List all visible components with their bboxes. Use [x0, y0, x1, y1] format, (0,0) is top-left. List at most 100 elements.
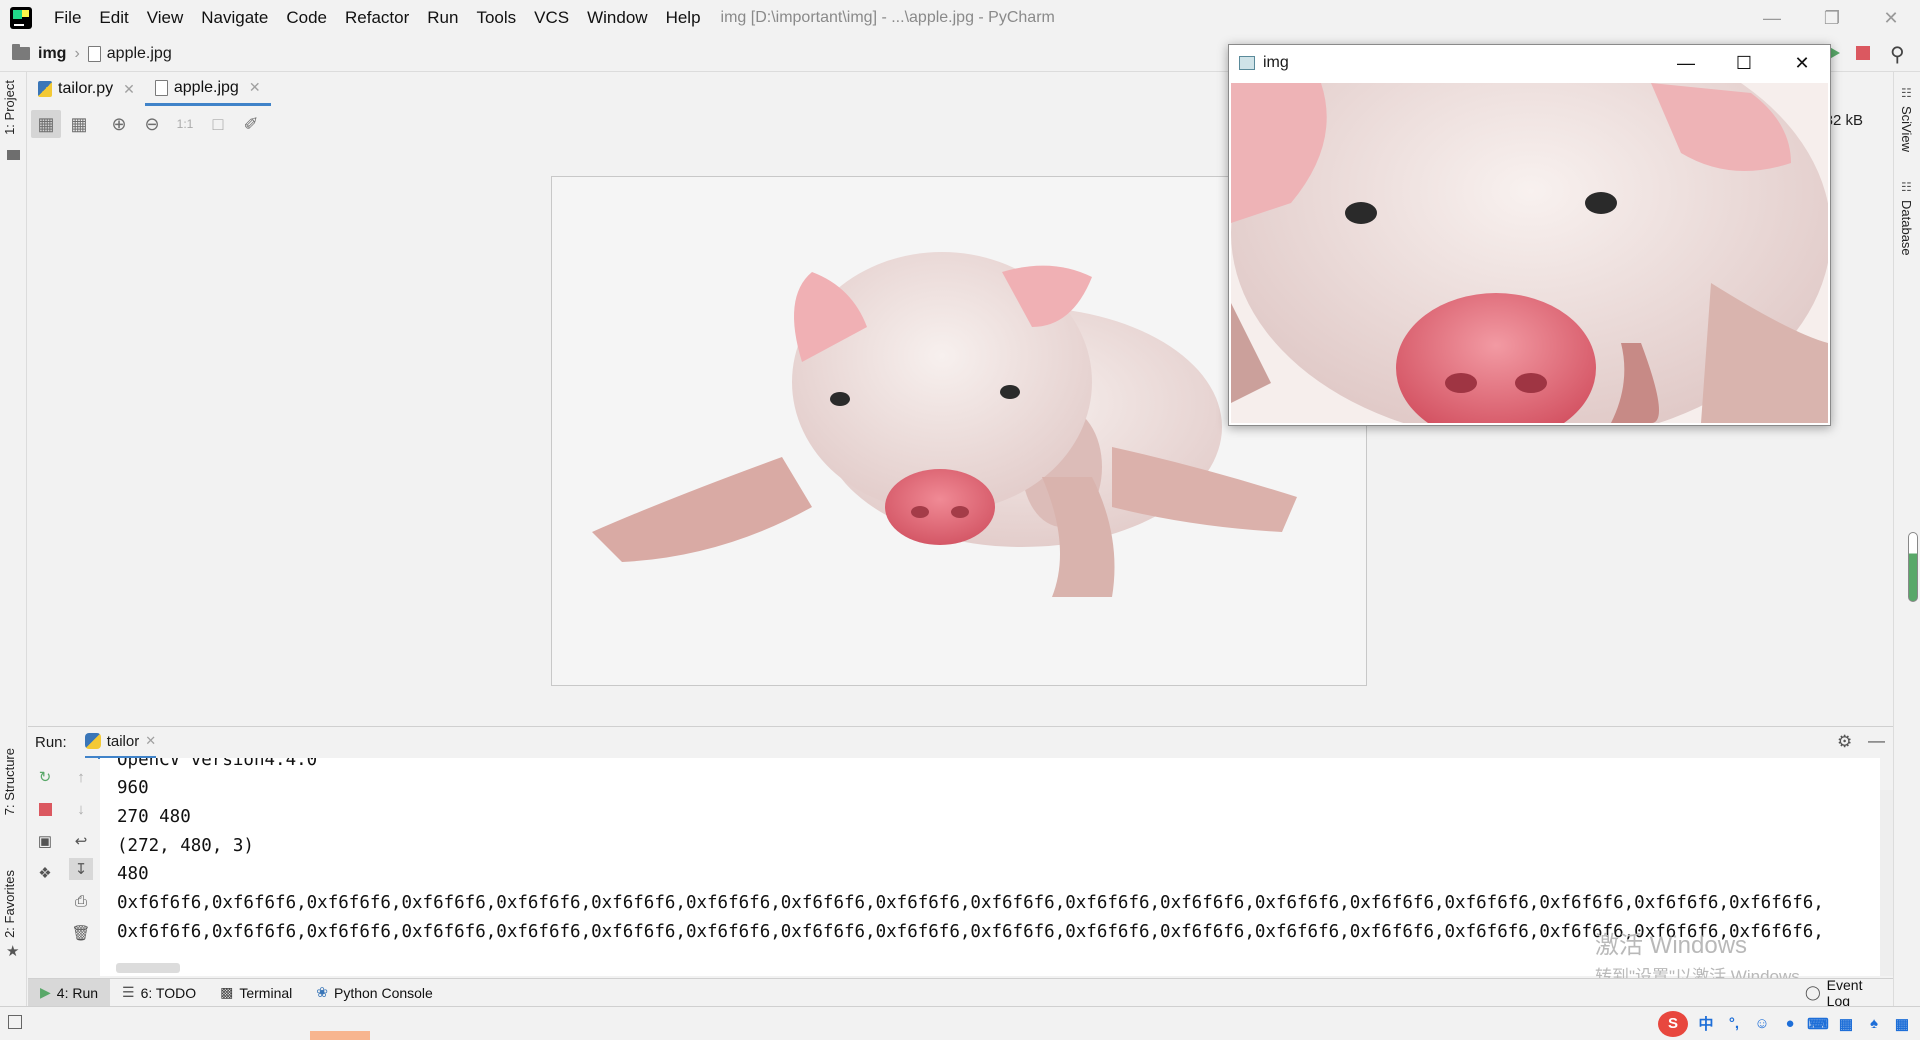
console-line: 270 480	[117, 807, 191, 827]
run-panel-label: Run:	[35, 734, 67, 751]
tab-todo[interactable]: ☰ 6: TODO	[110, 979, 208, 1007]
tool-window-structure[interactable]: 7: Structure	[2, 748, 17, 815]
menu-grid-icon[interactable]: ▦	[1892, 1014, 1912, 1034]
menu-code[interactable]: Code	[286, 8, 327, 28]
minimize-icon: —	[1763, 7, 1781, 28]
status-bar: S 中 °, ☺ ● ⌨ ▦ ♠ ▦	[0, 1006, 1920, 1040]
tab-label: tailor.py	[58, 80, 114, 97]
trash-icon[interactable]: 🗑	[69, 922, 93, 944]
pin-icon[interactable]: ❖	[33, 862, 57, 884]
tab-run[interactable]: ▶ 4: Run	[28, 978, 111, 1007]
grid-toggle-button[interactable]: ▦	[64, 110, 94, 138]
close-tab-icon[interactable]: ✕	[145, 733, 156, 749]
tool-window-sciview[interactable]: SciView	[1899, 106, 1914, 152]
menu-navigate[interactable]: Navigate	[201, 8, 268, 28]
restore-icon: ❐	[1823, 7, 1841, 28]
minimize-button[interactable]: —	[1747, 0, 1797, 36]
color-picker-button[interactable]: ✐	[236, 110, 266, 138]
up-arrow-icon[interactable]: ↑	[69, 766, 93, 788]
menu-run[interactable]: Run	[427, 8, 458, 28]
actual-size-button[interactable]: 1:1	[170, 110, 200, 138]
print-icon[interactable]: ⎙	[69, 890, 93, 912]
system-tray: S 中 °, ☺ ● ⌨ ▦ ♠ ▦	[1658, 1007, 1920, 1040]
restore-button[interactable]: ❐	[1807, 0, 1857, 36]
layout-toggle-icon[interactable]	[8, 1015, 22, 1029]
close-tab-icon[interactable]: ✕	[249, 79, 261, 96]
breadcrumb-file[interactable]: apple.jpg	[107, 45, 172, 63]
event-log-button[interactable]: ◯ Event Log	[1793, 976, 1893, 1009]
close-button[interactable]: ✕	[1866, 0, 1916, 36]
left-tool-stripe: 1: Project 7: Structure 2: Favorites ★	[0, 72, 27, 1006]
maximize-icon: ☐	[1735, 52, 1753, 73]
pig-closeup-image	[1231, 83, 1828, 423]
search-icon[interactable]: ⚲	[1890, 42, 1912, 66]
opencv-window-titlebar[interactable]: img — ☐ ✕	[1229, 45, 1830, 81]
ime-mode-indicator[interactable]: 中	[1696, 1014, 1716, 1034]
opencv-close-button[interactable]: ✕	[1773, 45, 1831, 81]
vertical-scrollbar[interactable]	[1880, 790, 1893, 976]
hide-panel-icon[interactable]: —	[1868, 731, 1885, 751]
stop-button[interactable]	[33, 798, 57, 820]
down-arrow-icon[interactable]: ↓	[69, 798, 93, 820]
database-icon: ☷	[1901, 180, 1912, 194]
close-tab-icon[interactable]: ✕	[123, 81, 135, 98]
event-log-label: Event Log	[1826, 976, 1863, 1009]
sogou-ime-icon[interactable]: S	[1658, 1010, 1688, 1037]
scroll-to-end-icon[interactable]: ↧	[69, 858, 93, 880]
rerun-icon[interactable]: ↻	[33, 766, 57, 788]
list-icon: ☰	[122, 984, 135, 1000]
right-tool-stripe: ☷ SciView ☷ Database	[1893, 72, 1920, 1006]
soft-wrap-icon[interactable]: ↩	[69, 830, 93, 852]
tab-label: Terminal	[239, 984, 293, 1001]
tab-terminal[interactable]: ▩ Terminal	[208, 979, 304, 1007]
run-config-tab[interactable]: tailor ✕	[84, 727, 157, 759]
window-title: img [D:\important\img] - ...\apple.jpg -…	[720, 9, 1055, 26]
keyboard-icon[interactable]: ⌨	[1807, 1014, 1829, 1034]
skin-icon[interactable]: ♠	[1864, 1014, 1884, 1034]
menu-window[interactable]: Window	[587, 8, 647, 28]
menu-view[interactable]: View	[147, 8, 184, 28]
project-icon	[7, 150, 20, 160]
zoom-in-button[interactable]: ⊕	[104, 110, 134, 138]
menu-refactor[interactable]: Refactor	[345, 8, 409, 28]
run-panel-header: Run: tailor ✕ ⚙ —	[28, 726, 1893, 759]
opencv-minimize-button[interactable]: —	[1657, 45, 1715, 81]
opencv-window-title: img	[1263, 54, 1289, 71]
opencv-image-window[interactable]: img — ☐ ✕	[1228, 44, 1831, 426]
chevron-right-icon: ›	[74, 44, 80, 62]
tool-window-database[interactable]: Database	[1899, 200, 1914, 256]
horizontal-scrollbar[interactable]	[116, 963, 180, 973]
tab-tailor-py[interactable]: tailor.py ✕	[28, 72, 145, 106]
console-controls: ↑ ↓ ↩ ↧ ⎙ 🗑	[64, 758, 98, 976]
console-line: 960	[117, 778, 149, 798]
menu-file[interactable]: File	[54, 8, 81, 28]
zoom-out-button[interactable]: ⊖	[137, 110, 167, 138]
console-line: 0xf6f6f6,0xf6f6f6,0xf6f6f6,0xf6f6f6,0xf6…	[117, 893, 1824, 913]
menu-tools[interactable]: Tools	[476, 8, 516, 28]
chessboard-toggle-button[interactable]: ▦	[31, 110, 61, 138]
breadcrumb-project[interactable]: img	[38, 45, 66, 63]
tab-python-console[interactable]: ❀ Python Console	[304, 979, 445, 1007]
file-icon	[87, 45, 101, 62]
console-line: (272, 480, 3)	[117, 836, 254, 856]
opencv-maximize-button[interactable]: ☐	[1715, 45, 1773, 81]
menu-vcs[interactable]: VCS	[534, 8, 569, 28]
microphone-icon[interactable]: ●	[1780, 1014, 1800, 1034]
emoji-icon[interactable]: ☺	[1752, 1014, 1772, 1034]
tool-window-favorites[interactable]: 2: Favorites	[2, 870, 17, 938]
watermark-line: 激活 Windows	[1595, 932, 1748, 959]
opencv-image-content	[1231, 83, 1828, 423]
chessboard-icon: ▦	[37, 113, 55, 134]
tool-window-project[interactable]: 1: Project	[2, 80, 17, 135]
menu-help[interactable]: Help	[666, 8, 701, 28]
fit-zoom-button[interactable]: □	[203, 110, 233, 138]
restore-layout-icon[interactable]: ▣	[33, 830, 57, 852]
stop-icon[interactable]	[1856, 46, 1870, 60]
gear-icon[interactable]: ⚙	[1837, 732, 1852, 752]
stop-icon	[38, 802, 52, 816]
menu-edit[interactable]: Edit	[99, 8, 128, 28]
punctuation-icon[interactable]: °,	[1724, 1014, 1744, 1034]
tab-apple-jpg[interactable]: apple.jpg ✕	[144, 72, 271, 106]
toolbox-icon[interactable]: ▦	[1836, 1014, 1856, 1034]
memory-indicator	[1908, 532, 1918, 602]
